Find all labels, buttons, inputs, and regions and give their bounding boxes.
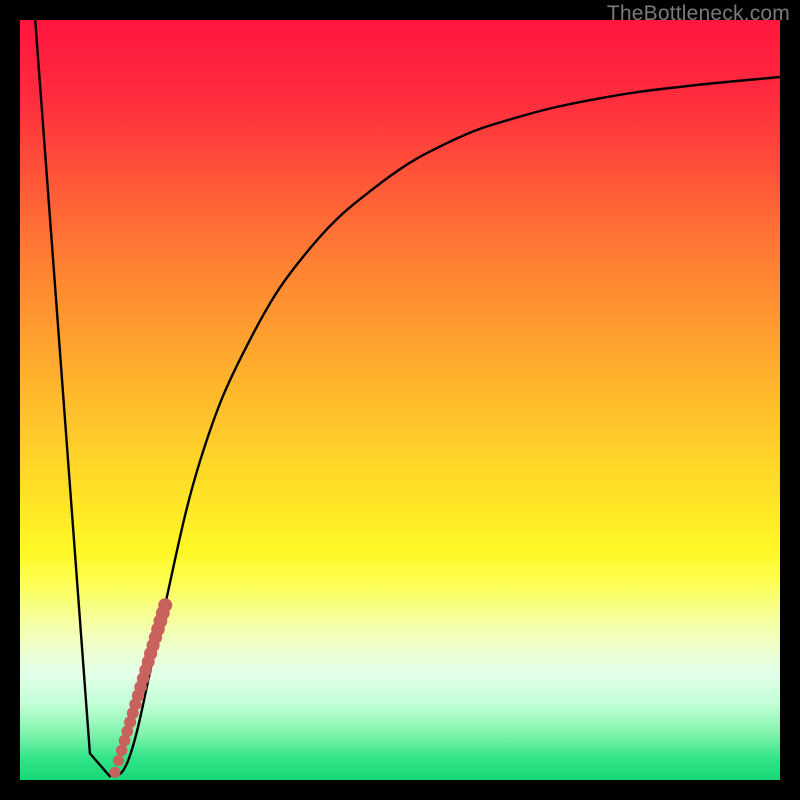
highlight-dot <box>158 598 172 612</box>
watermark-text: TheBottleneck.com <box>607 2 790 26</box>
highlight-dot <box>116 745 127 756</box>
highlight-dot <box>113 755 124 766</box>
highlight-dot-group <box>110 598 173 778</box>
highlight-dot <box>110 767 121 778</box>
chart-frame: TheBottleneck.com <box>0 0 800 800</box>
plot-area <box>20 20 780 780</box>
chart-svg <box>20 20 780 780</box>
